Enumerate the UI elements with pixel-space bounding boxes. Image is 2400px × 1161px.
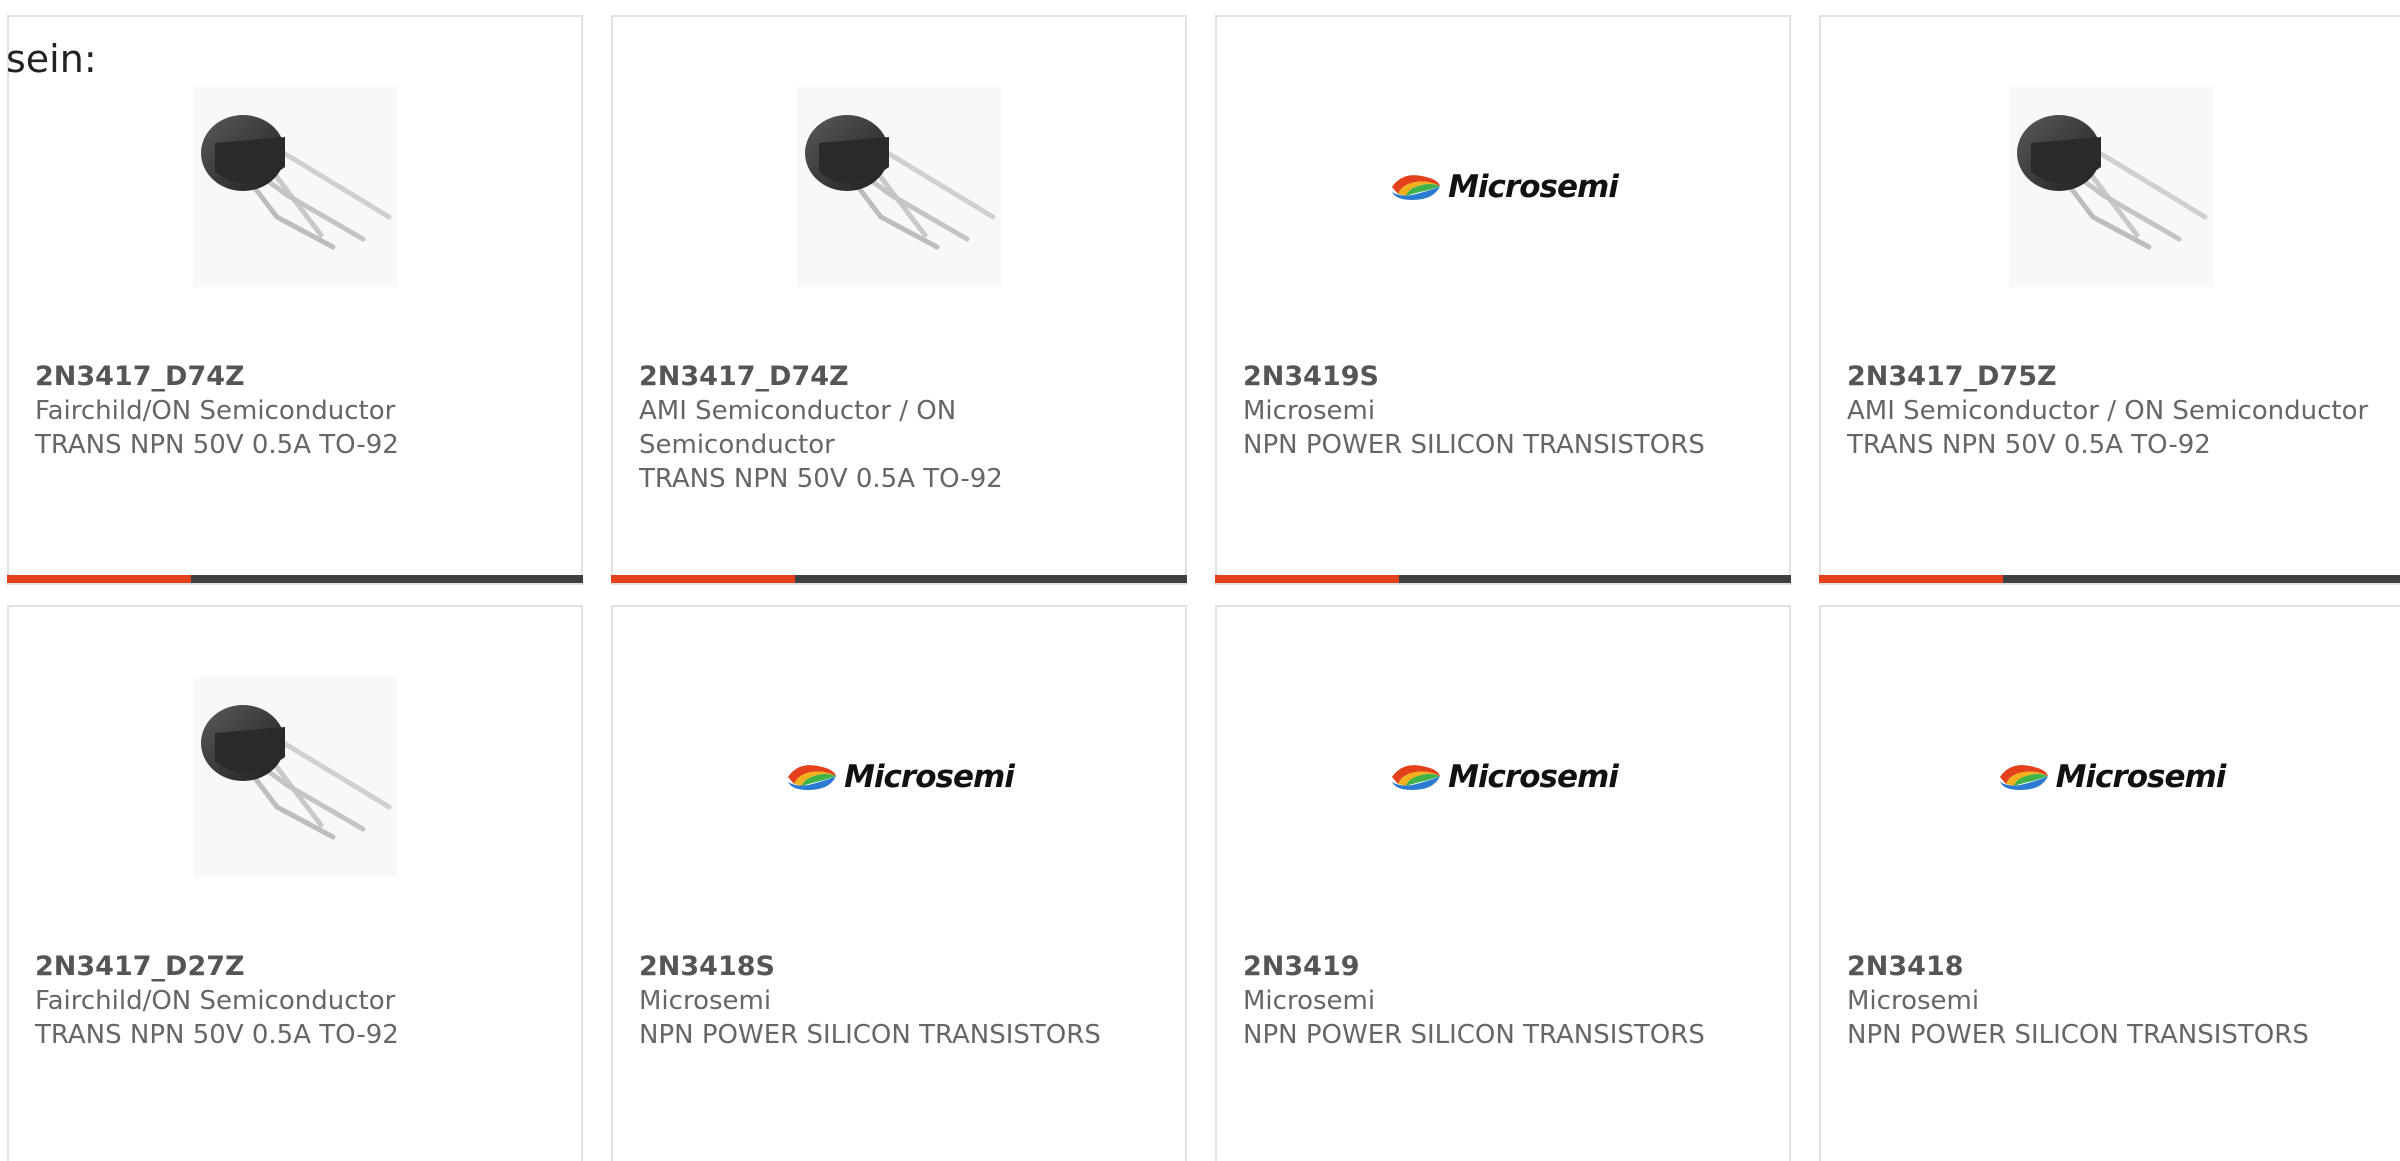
product-manufacturer: Microsemi [1243,986,1376,1016]
transistor-to92-image [797,87,1001,287]
product-description: NPN POWER SILICON TRANSISTORS [1243,1020,1705,1050]
product-info: 2N3419S Microsemi NPN POWER SILICON TRAN… [1243,360,1763,462]
product-description: TRANS NPN 50V 0.5A TO-92 [35,1020,399,1050]
transistor-to92-image [2008,87,2213,287]
card-bottom-bar [611,575,1187,583]
product-manufacturer: Fairchild/ON Semiconductor [35,396,396,426]
product-info: 2N3419 Microsemi NPN POWER SILICON TRANS… [1243,950,1763,1052]
card-accent-bar [7,575,191,583]
product-card[interactable]: Microsemi 2N3418S Microsemi NPN POWER SI… [611,605,1187,1161]
product-card[interactable]: Microsemi 2N3419 Microsemi NPN POWER SIL… [1215,605,1791,1161]
product-image[interactable]: Microsemi [1217,87,1789,287]
product-grid-page: sein: 2N3417_D74Z Fairchild/ON Semicondu… [0,0,2400,1161]
product-description: NPN POWER SILICON TRANSISTORS [1847,1020,2309,1050]
logo-text: Microsemi [844,759,1015,795]
product-manufacturer: AMI Semiconductor / ON Semiconductor [639,396,957,460]
product-description: TRANS NPN 50V 0.5A TO-92 [35,430,399,460]
product-image[interactable] [1821,87,2400,287]
card-accent-bar [1215,575,1399,583]
card-accent-bar [1819,575,2003,583]
product-card[interactable]: Microsemi 2N3419S Microsemi NPN POWER SI… [1215,15,1791,585]
product-part-number[interactable]: 2N3419S [1243,360,1763,394]
section-heading: sein: [6,37,97,81]
product-image[interactable]: Microsemi [1217,677,1789,877]
product-image[interactable] [613,87,1185,287]
product-part-number[interactable]: 2N3417_D75Z [1847,360,2374,394]
product-part-number[interactable]: 2N3417_D74Z [639,360,1159,394]
product-image[interactable]: Microsemi [613,677,1185,877]
product-info: 2N3418S Microsemi NPN POWER SILICON TRAN… [639,950,1159,1052]
microsemi-logo: Microsemi [1996,759,2226,795]
transistor-to92-image [193,87,397,287]
product-info: 2N3418 Microsemi NPN POWER SILICON TRANS… [1847,950,2374,1052]
product-info: 2N3417_D74Z AMI Semiconductor / ON Semic… [639,360,1159,496]
product-part-number[interactable]: 2N3418 [1847,950,2374,984]
product-part-number[interactable]: 2N3418S [639,950,1159,984]
product-card[interactable]: Microsemi 2N3418 Microsemi NPN POWER SIL… [1819,605,2400,1161]
product-manufacturer: Microsemi [1243,396,1376,426]
product-part-number[interactable]: 2N3417_D74Z [35,360,555,394]
product-manufacturer: Microsemi [1847,986,1980,1016]
product-image[interactable] [9,87,581,287]
product-manufacturer: AMI Semiconductor / ON Semiconductor [1847,396,2369,426]
product-card[interactable]: 2N3417_D75Z AMI Semiconductor / ON Semic… [1819,15,2400,585]
logo-text: Microsemi [1448,169,1619,205]
product-description: NPN POWER SILICON TRANSISTORS [1243,430,1705,460]
transistor-to92-image [193,677,397,877]
card-bottom-bar [7,575,583,583]
product-card[interactable]: 2N3417_D74Z AMI Semiconductor / ON Semic… [611,15,1187,585]
card-accent-bar [611,575,795,583]
product-description: TRANS NPN 50V 0.5A TO-92 [639,464,1003,494]
product-manufacturer: Fairchild/ON Semiconductor [35,986,396,1016]
product-part-number[interactable]: 2N3417_D27Z [35,950,555,984]
product-image[interactable] [9,677,581,877]
product-description: NPN POWER SILICON TRANSISTORS [639,1020,1101,1050]
product-card[interactable]: 2N3417_D27Z Fairchild/ON Semiconductor T… [7,605,583,1161]
product-image[interactable]: Microsemi [1821,677,2400,877]
product-part-number[interactable]: 2N3419 [1243,950,1763,984]
card-bottom-bar [1819,575,2400,583]
product-manufacturer: Microsemi [639,986,772,1016]
product-info: 2N3417_D75Z AMI Semiconductor / ON Semic… [1847,360,2374,462]
microsemi-logo: Microsemi [1388,169,1619,205]
logo-text: Microsemi [2055,759,2227,795]
logo-text: Microsemi [1448,759,1619,795]
microsemi-logo: Microsemi [1388,759,1619,795]
microsemi-logo: Microsemi [784,759,1015,795]
product-info: 2N3417_D27Z Fairchild/ON Semiconductor T… [35,950,555,1052]
product-description: TRANS NPN 50V 0.5A TO-92 [1847,430,2211,460]
product-info: 2N3417_D74Z Fairchild/ON Semiconductor T… [35,360,555,462]
product-card[interactable]: 2N3417_D74Z Fairchild/ON Semiconductor T… [7,15,583,585]
card-bottom-bar [1215,575,1791,583]
